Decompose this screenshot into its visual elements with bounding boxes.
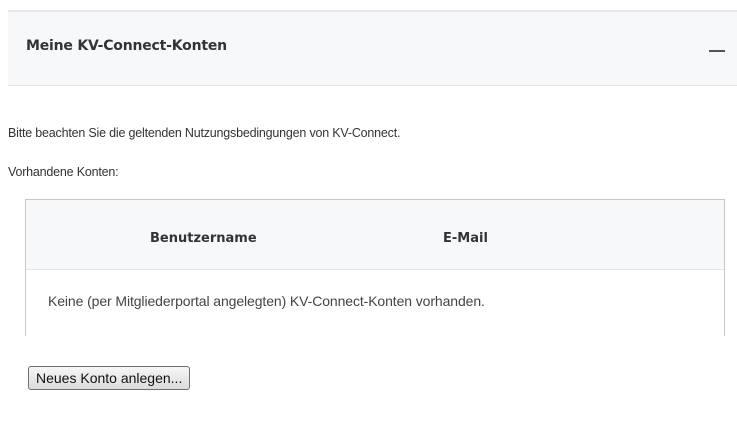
collapse-icon[interactable] — [709, 50, 725, 52]
accounts-table: Benutzername E-Mail Keine (per Mitgliede… — [25, 199, 725, 336]
empty-table-message: Keine (per Mitgliederportal angelegten) … — [48, 293, 485, 309]
terms-notice: Bitte beachten Sie die geltenden Nutzung… — [8, 126, 401, 140]
table-row: Keine (per Mitgliederportal angelegten) … — [26, 270, 724, 336]
panel-header[interactable]: Meine KV-Connect-Konten — [8, 12, 737, 86]
existing-accounts-label: Vorhandene Konten: — [8, 165, 119, 179]
column-header-username[interactable]: Benutzername — [150, 231, 257, 246]
panel-title: Meine KV-Connect-Konten — [26, 38, 227, 54]
new-account-button[interactable]: Neues Konto anlegen... — [28, 366, 191, 390]
column-header-email[interactable]: E-Mail — [443, 231, 488, 246]
table-header: Benutzername E-Mail — [26, 200, 724, 270]
